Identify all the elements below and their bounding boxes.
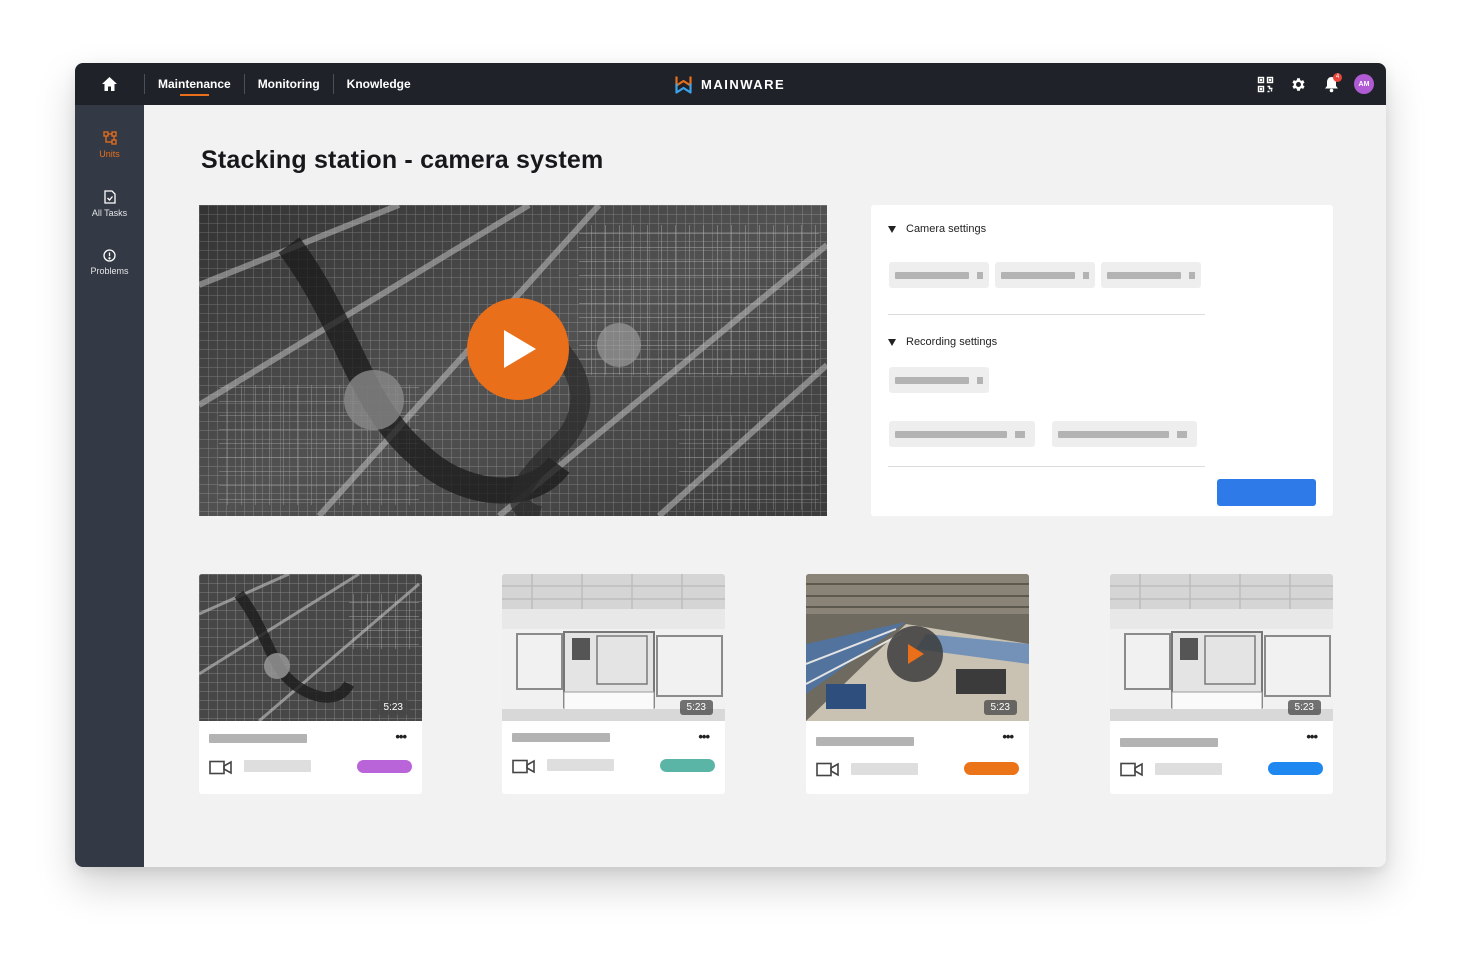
- sidebar-item-label: All Tasks: [91, 208, 128, 218]
- placeholder-bar: [1058, 430, 1169, 438]
- placeholder-bar: [895, 430, 1007, 438]
- top-bar: Maintenance Monitoring Knowledge MAINWAR…: [75, 63, 1386, 105]
- collapse-triangle-icon: [888, 338, 896, 346]
- video-card: 5:23 •••: [806, 574, 1029, 794]
- notification-badge: 4: [1333, 73, 1342, 82]
- section-title: Camera settings: [906, 223, 987, 235]
- video-subtitle-placeholder: [1155, 763, 1222, 775]
- qr-scan-button[interactable]: [1255, 74, 1275, 94]
- placeholder-square: [977, 376, 983, 384]
- more-options-button[interactable]: •••: [1306, 729, 1318, 744]
- placeholder-bar: [895, 271, 970, 279]
- recording-option-chip[interactable]: [889, 367, 989, 393]
- qr-code-icon: [1257, 76, 1273, 92]
- collapse-triangle-icon: [888, 225, 896, 233]
- placeholder-square: [1083, 271, 1089, 279]
- placeholder-square: [977, 271, 983, 279]
- nav-tab-maintenance[interactable]: Maintenance: [145, 63, 244, 105]
- video-camera-icon: [512, 759, 535, 774]
- placeholder-square: [1189, 271, 1195, 279]
- camera-settings-header[interactable]: Camera settings: [888, 223, 986, 235]
- recording-settings-header[interactable]: Recording settings: [888, 336, 997, 348]
- placeholder-bar: [1001, 271, 1076, 279]
- placeholder-bar: [895, 376, 970, 384]
- video-duration: 5:23: [1287, 700, 1321, 715]
- task-file-icon: [103, 190, 116, 204]
- divider: [888, 314, 1205, 315]
- play-icon: [504, 330, 536, 368]
- assembly-line-thumbnail-image: [502, 574, 725, 721]
- more-options-button[interactable]: •••: [1002, 729, 1014, 744]
- video-card: 5:23 •••: [502, 574, 725, 794]
- placeholder-bar: [1107, 271, 1182, 279]
- status-tag: [660, 759, 715, 772]
- sidebar-item-units[interactable]: Units: [75, 131, 144, 159]
- gear-icon: [1291, 77, 1305, 91]
- video-subtitle-placeholder: [547, 759, 614, 771]
- play-icon: [908, 644, 924, 664]
- brand-name: MAINWARE: [701, 76, 786, 92]
- main-nav: Maintenance Monitoring Knowledge: [144, 63, 424, 105]
- camera-option-chip[interactable]: [889, 262, 989, 288]
- units-icon: [102, 131, 117, 145]
- video-thumbnail[interactable]: 5:23: [1110, 574, 1333, 721]
- section-title: Recording settings: [906, 336, 998, 348]
- video-duration: 5:23: [376, 700, 410, 715]
- sidebar-item-label: Units: [99, 149, 120, 159]
- nav-tab-monitoring[interactable]: Monitoring: [245, 63, 333, 105]
- sidebar-item-label: Problems: [90, 266, 129, 276]
- sidebar: Units All Tasks Problems: [75, 105, 144, 867]
- video-title-placeholder: [1120, 738, 1218, 747]
- home-icon: [101, 77, 117, 91]
- video-title-placeholder: [209, 734, 307, 743]
- video-subtitle-placeholder: [851, 763, 918, 775]
- video-card: 5:23 •••: [1110, 574, 1333, 794]
- video-camera-icon: [209, 760, 232, 775]
- video-card: 5:23 •••: [199, 574, 422, 794]
- video-duration: 5:23: [983, 700, 1017, 715]
- mainware-logo-icon: [675, 76, 692, 94]
- video-camera-icon: [1120, 762, 1143, 777]
- sidebar-item-problems[interactable]: Problems: [75, 249, 144, 276]
- video-subtitle-placeholder: [244, 760, 311, 772]
- camera-option-chip[interactable]: [1101, 262, 1201, 288]
- app-window: Maintenance Monitoring Knowledge MAINWAR…: [75, 63, 1386, 867]
- notifications-button[interactable]: 4: [1321, 73, 1342, 94]
- video-camera-icon: [816, 762, 839, 777]
- video-duration: 5:23: [679, 700, 713, 715]
- video-title-placeholder: [512, 733, 610, 742]
- page-title: Stacking station - camera system: [201, 146, 604, 174]
- assembly-line-thumbnail-image: [1110, 574, 1333, 721]
- settings-panel: Camera settings Recording settings: [871, 205, 1333, 516]
- nav-tab-knowledge[interactable]: Knowledge: [334, 63, 424, 105]
- alert-circle-icon: [103, 249, 116, 262]
- camera-option-chip[interactable]: [995, 262, 1095, 288]
- sidebar-item-all-tasks[interactable]: All Tasks: [75, 190, 144, 218]
- apply-settings-button[interactable]: [1217, 479, 1316, 506]
- status-tag: [1268, 762, 1323, 775]
- recording-option-chip[interactable]: [889, 421, 1035, 447]
- placeholder-square: [1177, 430, 1187, 438]
- video-thumbnail[interactable]: 5:23: [502, 574, 725, 721]
- status-tag: [964, 762, 1019, 775]
- play-button[interactable]: [467, 298, 569, 400]
- placeholder-square: [1015, 430, 1025, 438]
- video-title-placeholder: [816, 737, 914, 746]
- divider: [888, 466, 1205, 467]
- top-icons: 4 AM: [1255, 63, 1374, 105]
- robot-cell-thumbnail-image: [199, 574, 422, 721]
- main-video-player[interactable]: [199, 205, 827, 516]
- status-tag: [357, 760, 412, 773]
- play-button[interactable]: [887, 626, 943, 682]
- user-avatar[interactable]: AM: [1354, 74, 1374, 94]
- more-options-button[interactable]: •••: [395, 729, 407, 744]
- brand: MAINWARE: [675, 63, 785, 105]
- video-thumbnail[interactable]: 5:23: [806, 574, 1029, 721]
- settings-button[interactable]: [1288, 74, 1308, 94]
- more-options-button[interactable]: •••: [698, 729, 710, 744]
- home-button[interactable]: [75, 63, 143, 105]
- recording-option-chip[interactable]: [1052, 421, 1197, 447]
- video-thumbnail[interactable]: 5:23: [199, 574, 422, 721]
